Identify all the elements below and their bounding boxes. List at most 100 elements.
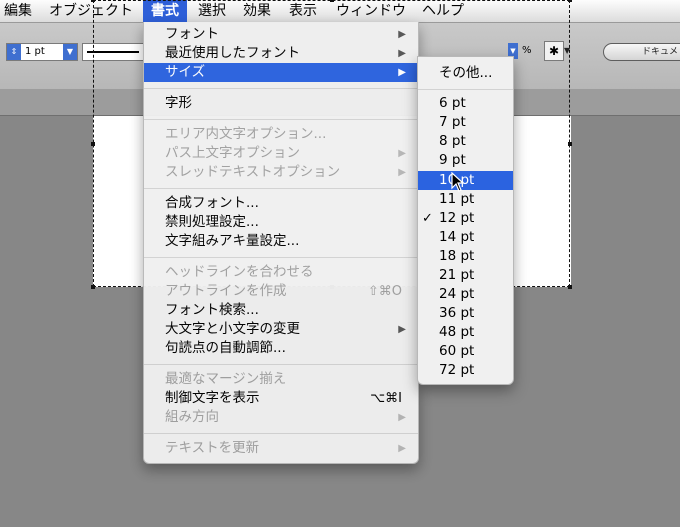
- type-menu: フォント ▶ 最近使用したフォント ▶ サイズ ▶ 字形 エリア内文字オプション…: [143, 22, 419, 464]
- stepper-icon[interactable]: ⇕: [7, 44, 21, 60]
- size-option-18pt[interactable]: 18 pt: [418, 247, 513, 266]
- size-option-36pt[interactable]: 36 pt: [418, 304, 513, 323]
- stroke-profile-field[interactable]: [82, 43, 144, 61]
- percent-label: %: [522, 45, 532, 56]
- menu-item-label: 句読点の自動調節...: [165, 340, 286, 356]
- menu-item-change-case[interactable]: 大文字と小文字の変更 ▶: [144, 320, 418, 339]
- submenu-arrow-icon: ▶: [398, 324, 406, 335]
- menu-item-type-orientation: 組み方向 ▶: [144, 408, 418, 427]
- menu-item-mojikumi-settings[interactable]: 文字組みアキ量設定...: [144, 232, 418, 251]
- checkmark-icon: ✓: [422, 211, 433, 226]
- menu-item-fit-headline: ヘッドラインを合わせる: [144, 263, 418, 282]
- submenu-arrow-icon: ▶: [398, 443, 406, 454]
- selection-handle[interactable]: [568, 142, 572, 146]
- submenu-arrow-icon: ▶: [398, 48, 406, 59]
- menu-item-label: スレッドテキストオプション: [165, 164, 341, 180]
- menu-select[interactable]: 選択: [198, 0, 226, 22]
- submenu-arrow-icon: ▶: [398, 167, 406, 178]
- menu-item-update-legacy-text: テキストを更新 ▶: [144, 439, 418, 458]
- menu-divider: [144, 88, 418, 89]
- size-option-label: 36 pt: [439, 305, 475, 321]
- size-option-label: 24 pt: [439, 286, 475, 302]
- menu-item-label: フォント検索...: [165, 302, 259, 318]
- menu-divider: [144, 364, 418, 365]
- stroke-weight-field[interactable]: ⇕ 1 pt ▼: [6, 43, 78, 61]
- size-option-9pt[interactable]: 9 pt: [418, 151, 513, 170]
- menu-item-label: 文字組みアキ量設定...: [165, 233, 300, 249]
- menu-view[interactable]: 表示: [289, 0, 317, 22]
- menu-item-label: アウトラインを作成: [165, 283, 287, 299]
- menu-item-shortcut: ⌥⌘I: [370, 391, 402, 406]
- selection-handle[interactable]: [568, 285, 572, 289]
- menu-item-composite-fonts[interactable]: 合成フォント...: [144, 194, 418, 213]
- menu-item-label: 大文字と小文字の変更: [165, 321, 300, 337]
- size-option-72pt[interactable]: 72 pt: [418, 361, 513, 380]
- size-option-label: 9 pt: [439, 152, 466, 168]
- menu-item-optical-margin-alignment: 最適なマージン揃え: [144, 370, 418, 389]
- menu-item-label: 制御文字を表示: [165, 390, 260, 406]
- menu-divider: [144, 433, 418, 434]
- menu-item-label: フォント: [165, 26, 219, 42]
- tool-icon[interactable]: ✱: [544, 41, 564, 61]
- menu-item-show-hidden-characters[interactable]: 制御文字を表示 ⌥⌘I: [144, 389, 418, 408]
- menu-edit[interactable]: 編集: [4, 0, 32, 22]
- menu-item-label: 最適なマージン揃え: [165, 371, 287, 387]
- size-option-label: 14 pt: [439, 229, 475, 245]
- size-option-label: 48 pt: [439, 324, 475, 340]
- menu-item-label: 字形: [165, 95, 192, 111]
- size-option-other[interactable]: その他...: [418, 64, 513, 83]
- menu-item-label: エリア内文字オプション...: [165, 126, 327, 142]
- size-option-label: 21 pt: [439, 267, 475, 283]
- menu-item-font[interactable]: フォント ▶: [144, 25, 418, 44]
- menu-item-label: パス上文字オプション: [165, 145, 300, 161]
- stroke-weight-value: 1 pt: [25, 46, 45, 57]
- selection-handle[interactable]: [91, 142, 95, 146]
- menu-item-glyphs[interactable]: 字形: [144, 94, 418, 113]
- size-option-24pt[interactable]: 24 pt: [418, 285, 513, 304]
- menu-help[interactable]: ヘルプ: [422, 0, 464, 22]
- selection-handle[interactable]: [91, 285, 95, 289]
- menu-bar: 編集 オブジェクト 書式 選択 効果 表示 ウィンドウ ヘルプ: [0, 0, 680, 23]
- menu-item-recent-fonts[interactable]: 最近使用したフォント ▶: [144, 44, 418, 63]
- menu-window[interactable]: ウィンドウ: [336, 0, 406, 22]
- menu-item-area-type-options: エリア内文字オプション...: [144, 125, 418, 144]
- size-option-21pt[interactable]: 21 pt: [418, 266, 513, 285]
- menu-item-shortcut: ⇧⌘O: [367, 284, 402, 299]
- menu-item-threaded-text-options: スレッドテキストオプション ▶: [144, 163, 418, 182]
- chevron-down-icon[interactable]: ▼: [564, 41, 574, 61]
- menu-type[interactable]: 書式: [143, 0, 187, 22]
- menu-item-label: 合成フォント...: [165, 195, 259, 211]
- menu-item-kinsoku-settings[interactable]: 禁則処理設定...: [144, 213, 418, 232]
- size-option-10pt[interactable]: 10 pt: [418, 171, 513, 190]
- menu-effect[interactable]: 効果: [243, 0, 271, 22]
- submenu-arrow-icon: ▶: [398, 67, 406, 78]
- chevron-down-icon[interactable]: ▼: [63, 44, 77, 60]
- menu-item-size[interactable]: サイズ ▶: [144, 63, 418, 82]
- size-option-48pt[interactable]: 48 pt: [418, 323, 513, 342]
- selection-handle[interactable]: [330, 0, 334, 2]
- size-option-label: 12 pt: [439, 210, 475, 226]
- submenu-arrow-icon: ▶: [398, 29, 406, 40]
- submenu-arrow-icon: ▶: [398, 412, 406, 423]
- size-option-7pt[interactable]: 7 pt: [418, 113, 513, 132]
- menu-object[interactable]: オブジェクト: [49, 0, 133, 22]
- menu-divider: [144, 119, 418, 120]
- menu-item-label: ヘッドラインを合わせる: [165, 264, 314, 280]
- selection-handle[interactable]: [568, 0, 572, 2]
- document-setup-button[interactable]: ドキュメ: [603, 43, 680, 61]
- size-option-label: 8 pt: [439, 133, 466, 149]
- size-option-14pt[interactable]: 14 pt: [418, 228, 513, 247]
- menu-item-smart-punctuation[interactable]: 句読点の自動調節...: [144, 339, 418, 358]
- menu-item-find-font[interactable]: フォント検索...: [144, 301, 418, 320]
- submenu-arrow-icon: ▶: [398, 148, 406, 159]
- size-option-6pt[interactable]: 6 pt: [418, 94, 513, 113]
- menu-item-type-on-path-options: パス上文字オプション ▶: [144, 144, 418, 163]
- size-option-8pt[interactable]: 8 pt: [418, 132, 513, 151]
- size-option-60pt[interactable]: 60 pt: [418, 342, 513, 361]
- size-option-12pt[interactable]: ✓ 12 pt: [418, 209, 513, 228]
- selection-handle[interactable]: [91, 0, 95, 2]
- size-option-label: 60 pt: [439, 343, 475, 359]
- size-option-label: 72 pt: [439, 362, 475, 378]
- size-option-label: 18 pt: [439, 248, 475, 264]
- size-option-11pt[interactable]: 11 pt: [418, 190, 513, 209]
